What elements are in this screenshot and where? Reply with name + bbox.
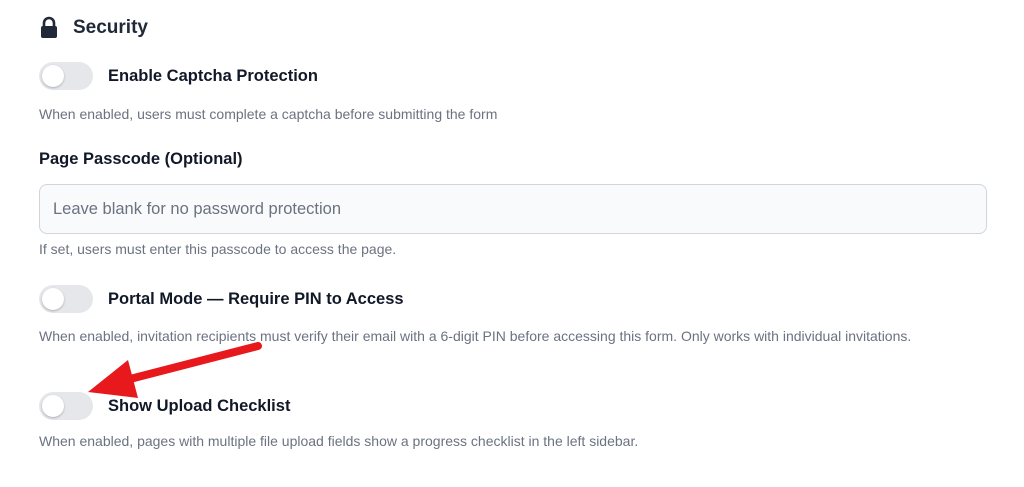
captcha-toggle-label: Enable Captcha Protection — [108, 66, 318, 85]
lock-icon — [39, 16, 59, 40]
passcode-help-text: If set, users must enter this passcode t… — [39, 241, 397, 257]
portal-mode-toggle-row: Portal Mode — Require PIN to Access — [39, 285, 404, 313]
upload-checklist-toggle[interactable] — [39, 392, 93, 420]
captcha-toggle[interactable] — [39, 62, 93, 90]
passcode-input[interactable] — [39, 184, 987, 234]
captcha-help-text: When enabled, users must complete a capt… — [39, 106, 498, 122]
section-header: Security — [39, 14, 148, 42]
upload-checklist-toggle-label: Show Upload Checklist — [108, 396, 291, 415]
upload-checklist-help-text: When enabled, pages with multiple file u… — [39, 433, 639, 449]
portal-mode-toggle-label: Portal Mode — Require PIN to Access — [108, 289, 404, 308]
security-settings-panel: Security Enable Captcha Protection When … — [0, 0, 1024, 487]
upload-checklist-toggle-row: Show Upload Checklist — [39, 392, 290, 420]
passcode-label: Page Passcode (Optional) — [39, 150, 243, 168]
section-title: Security — [73, 17, 148, 38]
portal-mode-help-text: When enabled, invitation recipients must… — [39, 328, 912, 344]
toggle-knob — [42, 395, 64, 417]
captcha-toggle-row: Enable Captcha Protection — [39, 62, 318, 90]
portal-mode-toggle[interactable] — [39, 285, 93, 313]
toggle-knob — [42, 288, 64, 310]
toggle-knob — [42, 65, 64, 87]
